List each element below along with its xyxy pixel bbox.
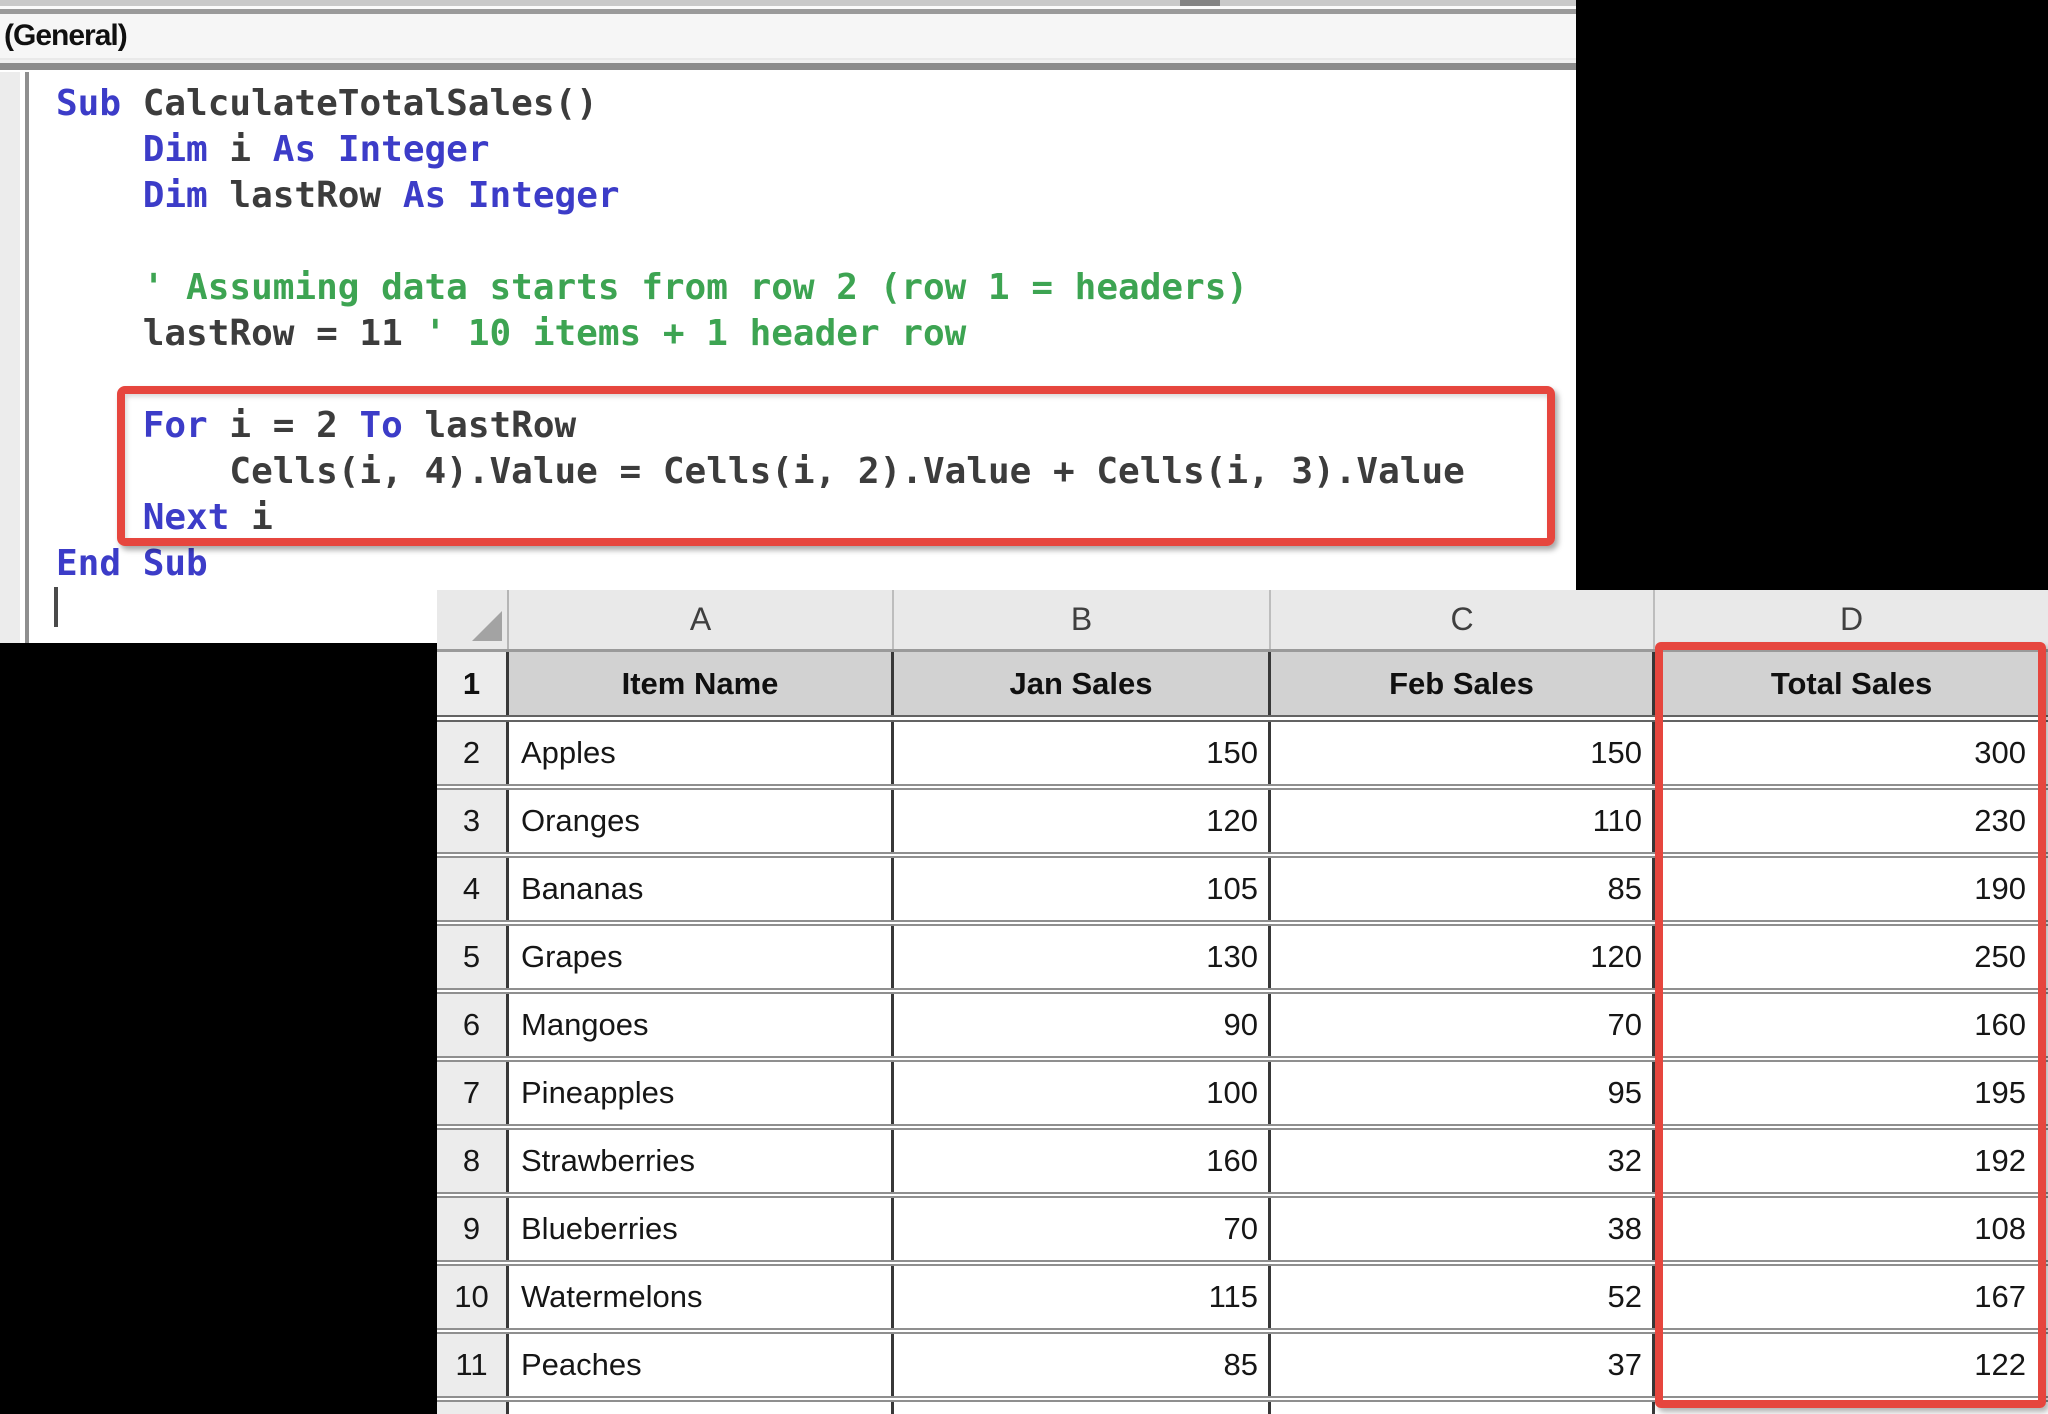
excel-grid: ABCD 1 Item NameJan SalesFeb SalesTotal … bbox=[437, 590, 2048, 1414]
cell-total-sales[interactable]: 192 bbox=[1655, 1130, 2048, 1192]
sheet-row-3: 3Oranges120110230 bbox=[437, 790, 2048, 858]
cell-item-name[interactable]: Strawberries bbox=[509, 1130, 894, 1192]
partial-row-12 bbox=[437, 1402, 2048, 1414]
column-letter-c[interactable]: C bbox=[1271, 590, 1655, 649]
code-editor[interactable]: Sub CalculateTotalSales() Dim i As Integ… bbox=[0, 72, 1576, 643]
row-number-1[interactable]: 1 bbox=[437, 652, 509, 715]
cell-feb-sales[interactable]: 32 bbox=[1271, 1130, 1655, 1192]
window-top-edge bbox=[0, 0, 1576, 6]
cell-jan-sales[interactable]: 85 bbox=[894, 1334, 1271, 1396]
column-letter-row: ABCD bbox=[437, 590, 2048, 652]
cell-jan-sales[interactable]: 150 bbox=[894, 722, 1271, 784]
cell-item-name[interactable]: Oranges bbox=[509, 790, 894, 852]
cell-feb-sales[interactable]: 120 bbox=[1271, 926, 1655, 988]
sheet-row-2: 2Apples150150300 bbox=[437, 722, 2048, 790]
cell-feb-sales[interactable]: 52 bbox=[1271, 1266, 1655, 1328]
header-cell-jan-sales[interactable]: Jan Sales bbox=[894, 652, 1271, 715]
scrollbar-thumb-fragment bbox=[1180, 0, 1220, 6]
column-letter-d[interactable]: D bbox=[1655, 590, 2048, 649]
cell-total-sales[interactable]: 195 bbox=[1655, 1062, 2048, 1124]
row-number-2[interactable]: 2 bbox=[437, 722, 509, 784]
cell-total-sales[interactable]: 108 bbox=[1655, 1198, 2048, 1260]
header-cell-feb-sales[interactable]: Feb Sales bbox=[1271, 652, 1655, 715]
cell-jan-sales[interactable]: 130 bbox=[894, 926, 1271, 988]
cell-jan-sales[interactable]: 100 bbox=[894, 1062, 1271, 1124]
row-number-5[interactable]: 5 bbox=[437, 926, 509, 988]
sheet-row-11: 11Peaches8537122 bbox=[437, 1334, 2048, 1402]
header-cell-total-sales[interactable]: Total Sales bbox=[1655, 652, 2048, 715]
cell-total-sales[interactable]: 167 bbox=[1655, 1266, 2048, 1328]
row-number-6[interactable]: 6 bbox=[437, 994, 509, 1056]
cell-item-name[interactable]: Bananas bbox=[509, 858, 894, 920]
sheet-row-9: 9Blueberries7038108 bbox=[437, 1198, 2048, 1266]
row-number-11[interactable]: 11 bbox=[437, 1334, 509, 1396]
select-all-corner[interactable] bbox=[437, 590, 509, 649]
sheet-row-5: 5Grapes130120250 bbox=[437, 926, 2048, 994]
cell-item-name[interactable]: Watermelons bbox=[509, 1266, 894, 1328]
code-line: Next i bbox=[56, 495, 1465, 541]
cell-feb-sales[interactable]: 70 bbox=[1271, 994, 1655, 1056]
cell-jan-sales[interactable]: 120 bbox=[894, 790, 1271, 852]
sheet-row-8: 8Strawberries16032192 bbox=[437, 1130, 2048, 1198]
cell-jan-sales[interactable]: 90 bbox=[894, 994, 1271, 1056]
row-number-10[interactable]: 10 bbox=[437, 1266, 509, 1328]
cell-jan-sales[interactable]: 70 bbox=[894, 1198, 1271, 1260]
code-line bbox=[56, 357, 1465, 403]
row-number-partial bbox=[437, 1402, 509, 1414]
code-line: ' Assuming data starts from row 2 (row 1… bbox=[56, 265, 1465, 311]
cell-item-name[interactable]: Blueberries bbox=[509, 1198, 894, 1260]
column-letter-a[interactable]: A bbox=[509, 590, 894, 649]
code-line: For i = 2 To lastRow bbox=[56, 403, 1465, 449]
margin-indicator-bar bbox=[0, 72, 20, 643]
cell-total-sales[interactable]: 122 bbox=[1655, 1334, 2048, 1396]
cell-feb-sales[interactable]: 85 bbox=[1271, 858, 1655, 920]
code-line: Sub CalculateTotalSales() bbox=[56, 81, 1465, 127]
cell-total-sales[interactable]: 230 bbox=[1655, 790, 2048, 852]
margin-border-line bbox=[25, 72, 29, 643]
row-number-3[interactable]: 3 bbox=[437, 790, 509, 852]
cell-feb-sales[interactable]: 150 bbox=[1271, 722, 1655, 784]
cell-feb-sales[interactable]: 110 bbox=[1271, 790, 1655, 852]
cell-item-name[interactable]: Peaches bbox=[509, 1334, 894, 1396]
column-letter-b[interactable]: B bbox=[894, 590, 1271, 649]
cell-item-name[interactable]: Pineapples bbox=[509, 1062, 894, 1124]
sheet-row-6: 6Mangoes9070160 bbox=[437, 994, 2048, 1062]
row-number-4[interactable]: 4 bbox=[437, 858, 509, 920]
cell-item-name[interactable]: Grapes bbox=[509, 926, 894, 988]
screenshot-root: { "window": { "toolbar": { "object_dropd… bbox=[0, 0, 2048, 1414]
sheet-row-4: 4Bananas10585190 bbox=[437, 858, 2048, 926]
row-number-8[interactable]: 8 bbox=[437, 1130, 509, 1192]
code-line: Cells(i, 4).Value = Cells(i, 2).Value + … bbox=[56, 449, 1465, 495]
vba-editor-window: (General) Sub CalculateTotalSales() Dim … bbox=[0, 0, 1576, 643]
cell-total-sales[interactable]: 300 bbox=[1655, 722, 2048, 784]
cell-feb-sales[interactable]: 95 bbox=[1271, 1062, 1655, 1124]
cell-jan-sales[interactable]: 105 bbox=[894, 858, 1271, 920]
code-line: End Sub bbox=[56, 541, 1465, 587]
cell-total-sales[interactable]: 190 bbox=[1655, 858, 2048, 920]
object-dropdown[interactable]: (General) bbox=[4, 19, 127, 53]
code-line: Dim i As Integer bbox=[56, 127, 1465, 173]
cell-item-name[interactable]: Mangoes bbox=[509, 994, 894, 1056]
cell-jan-sales[interactable]: 115 bbox=[894, 1266, 1271, 1328]
code-text: Sub CalculateTotalSales() Dim i As Integ… bbox=[56, 81, 1465, 587]
cell-total-sales[interactable]: 250 bbox=[1655, 926, 2048, 988]
toolbar-divider bbox=[0, 60, 1576, 70]
sheet-row-7: 7Pineapples10095195 bbox=[437, 1062, 2048, 1130]
vba-toolbar: (General) bbox=[0, 14, 1576, 60]
code-line bbox=[56, 219, 1465, 265]
code-line: Dim lastRow As Integer bbox=[56, 173, 1465, 219]
cell-jan-sales[interactable]: 160 bbox=[894, 1130, 1271, 1192]
header-row: 1 Item NameJan SalesFeb SalesTotal Sales bbox=[437, 652, 2048, 722]
cell-total-sales[interactable]: 160 bbox=[1655, 994, 2048, 1056]
cell-item-name[interactable]: Apples bbox=[509, 722, 894, 784]
row-number-9[interactable]: 9 bbox=[437, 1198, 509, 1260]
row-number-7[interactable]: 7 bbox=[437, 1062, 509, 1124]
text-cursor bbox=[54, 587, 58, 627]
cell-feb-sales[interactable]: 37 bbox=[1271, 1334, 1655, 1396]
select-all-triangle-icon bbox=[472, 611, 502, 641]
header-cell-item-name[interactable]: Item Name bbox=[509, 652, 894, 715]
code-line: lastRow = 11 ' 10 items + 1 header row bbox=[56, 311, 1465, 357]
sheet-row-10: 10Watermelons11552167 bbox=[437, 1266, 2048, 1334]
cell-feb-sales[interactable]: 38 bbox=[1271, 1198, 1655, 1260]
